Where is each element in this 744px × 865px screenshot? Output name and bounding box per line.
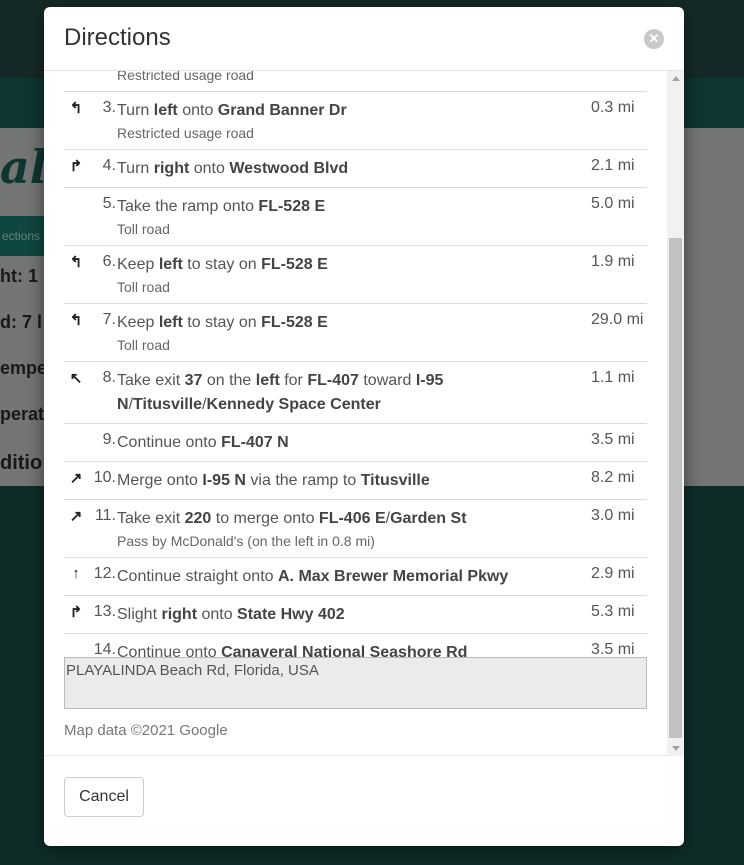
step-number: 5. [102,195,116,212]
step-note: Pass by McDonald's (on the left in 0.8 m… [117,533,375,549]
step-instruction: Turn right onto Westwood Blvd [117,160,349,177]
step-number: 10. [93,469,116,486]
step-distance: 1.9 mi [591,253,635,270]
step-distance: 1.1 mi [591,369,635,386]
turn-left-icon: ↰ [69,254,83,271]
step-distance: 2.9 mi [591,565,635,582]
step-note: Restricted usage road [117,71,254,83]
straight-icon: ↑ [72,565,80,582]
turn-left-icon: ↰ [69,312,83,329]
step-instruction: Slight right onto State Hwy 402 [117,606,345,623]
direction-step: ↱ 4. Turn right onto Westwood Blvd 2.1 mi [64,149,647,187]
direction-step: ↱ 13. Slight right onto State Hwy 402 5.3 m… [64,595,647,633]
scroll-down-arrow-icon[interactable] [672,746,680,751]
modal-footer: Cancel [44,757,684,846]
step-instruction: Turn left onto Grand Banner Dr [117,102,347,119]
direction-step: ↰ 3. Turn left onto Grand Banner Dr Restric… [64,91,647,149]
step-number: 3. [102,99,116,116]
step-note: Toll road [117,221,170,237]
scrollbar[interactable] [667,71,684,756]
step-distance: 5.3 mi [591,603,635,620]
step-distance: 3.0 mi [591,507,635,524]
scrollbar-thumb[interactable] [669,238,682,738]
turn-left-icon: ↰ [69,100,83,117]
step-instruction: Continue onto FL-407 N [117,434,289,451]
scroll-up-arrow-icon[interactable] [672,76,680,81]
step-distance: 29.0 mi [591,311,644,328]
step-number: 12. [93,565,116,582]
map-copyright: Map data ©2021 Google [64,722,228,739]
direction-step: Restricted usage road [64,71,647,91]
step-note: Toll road [117,279,170,295]
step-number: 9. [102,431,116,448]
direction-step: ↰ 6. Keep left to stay on FL-528 E Toll roa… [64,245,647,303]
step-number: 8. [102,369,116,386]
step-instruction: Merge onto I-95 N via the ramp to Titusv… [117,472,430,489]
direction-step: ↗ 11. Take exit 220 to merge onto FL-406 E… [64,499,647,557]
direction-step: ↰ 7. Keep left to stay on FL-528 E Toll roa… [64,303,647,361]
step-distance: 2.1 mi [591,157,635,174]
step-distance: 5.0 mi [591,195,635,212]
step-number: 7. [102,311,116,328]
step-note: Restricted usage road [117,125,254,141]
step-instruction: Take exit 37 on the left for FL-407 towa… [117,372,444,413]
merge-right-icon: ↗ [69,508,83,525]
direction-step: ↖ 8. Take exit 37 on the left for FL-407 t… [64,361,647,423]
direction-step: ↗ 10. Merge onto I-95 N via the ramp to Ti… [64,461,647,499]
step-note: Toll road [117,337,170,353]
direction-step: ↑ 12. Continue straight onto A. Max Brewer… [64,557,647,595]
step-number: 13. [93,603,116,620]
directions-scroll-area[interactable]: Restricted usage road ↰ 3. Turn left onto G… [44,71,684,756]
close-icon[interactable]: ✕ [644,29,664,49]
modal-title: Directions [64,24,171,51]
step-number: 11. [94,507,116,524]
step-instruction: Keep left to stay on FL-528 E [117,256,328,273]
step-distance: 3.5 mi [591,431,635,448]
merge-right-icon: ↗ [69,470,83,487]
direction-step: 9. Continue onto FL-407 N 3.5 mi [64,423,647,461]
cancel-button[interactable]: Cancel [64,777,144,817]
step-instruction: Take the ramp onto FL-528 E [117,198,326,215]
directions-modal: Directions ✕ Restricted usage road ↰ 3. Tur… [44,7,684,846]
step-instruction: Keep left to stay on FL-528 E [117,314,328,331]
step-distance: 8.2 mi [591,469,635,486]
destination-field[interactable]: PLAYALINDA Beach Rd, Florida, USA [64,657,647,709]
step-instruction: Continue straight onto A. Max Brewer Mem… [117,568,509,585]
direction-step: 5. Take the ramp onto FL-528 E Toll road 5.… [64,187,647,245]
step-number: 6. [102,253,116,270]
turn-right-icon: ↱ [69,604,83,621]
step-distance: 0.3 mi [591,99,635,116]
step-instruction: Take exit 220 to merge onto FL-406 E/Gar… [117,510,467,527]
directions-list: Restricted usage road ↰ 3. Turn left onto G… [64,71,647,691]
modal-header: Directions ✕ [44,7,684,71]
turn-right-icon: ↱ [69,158,83,175]
exit-left-icon: ↖ [69,370,83,387]
step-number: 4. [102,157,116,174]
